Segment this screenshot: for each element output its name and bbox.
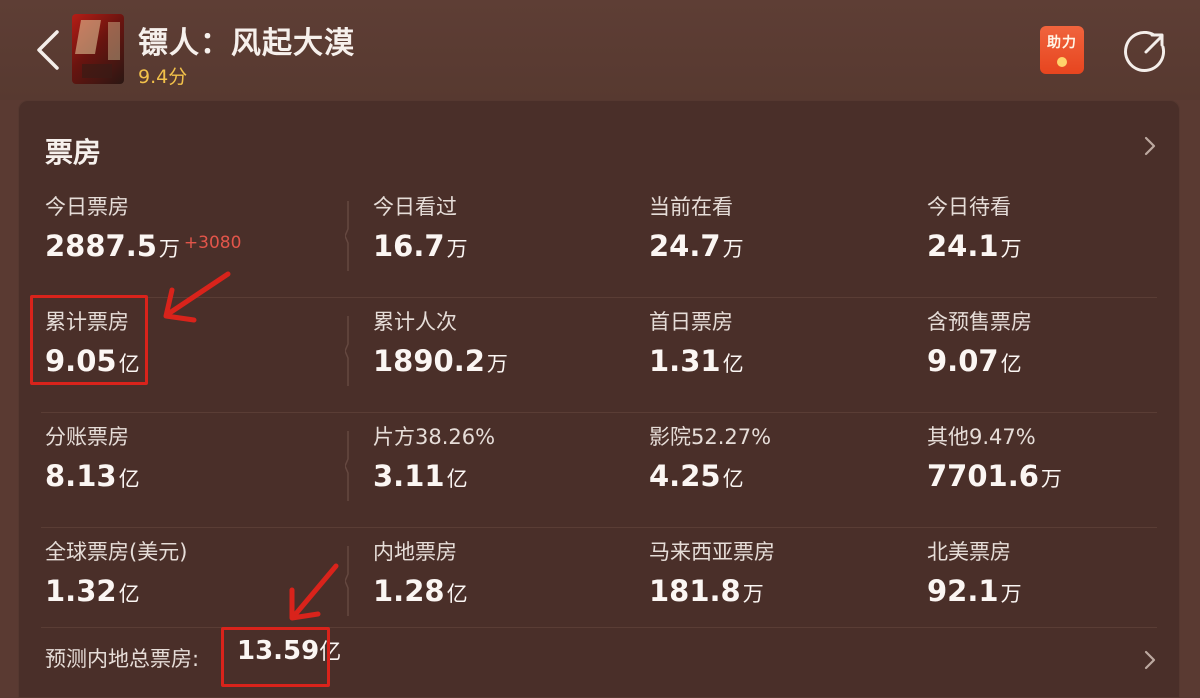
stat-value: 1890.2万: [373, 344, 508, 378]
stat-unit: 亿: [118, 582, 140, 606]
share-button[interactable]: [1124, 30, 1168, 74]
movie-poster[interactable]: [72, 14, 124, 84]
stat-unit: 万: [486, 352, 508, 376]
divider-bracket: [345, 316, 349, 386]
stat-label: 片方38.26%: [373, 425, 496, 449]
stat-value: 92.1万: [927, 574, 1022, 608]
stat-number: 92.1: [927, 574, 999, 608]
stat-value: 7701.6万: [927, 459, 1062, 493]
stat-unit: 万: [1040, 467, 1062, 491]
stat-label: 分账票房: [45, 425, 129, 449]
share-icon: [1124, 30, 1166, 72]
stat-value: 181.8万: [649, 574, 764, 608]
stat-value: 4.25亿: [649, 459, 744, 493]
stat-number: 4.25: [649, 459, 721, 493]
stat-value: 9.07亿: [927, 344, 1022, 378]
stat-unit: 亿: [722, 467, 744, 491]
stat-label: 全球票房(美元): [45, 540, 188, 564]
stat-number: 24.1: [927, 229, 999, 263]
card-title: 票房: [45, 136, 102, 169]
stat-unit: 万: [1000, 237, 1022, 261]
stat-number: 1890.2: [373, 344, 485, 378]
chevron-right-icon[interactable]: [1143, 135, 1157, 157]
stat-value: 1.32亿: [45, 574, 140, 608]
stat-label: 今日看过: [373, 195, 457, 219]
stat-number: 3.11: [373, 459, 445, 493]
stat-label: 其他9.47%: [927, 425, 1036, 449]
stat-unit: 万: [722, 237, 744, 261]
chevron-right-icon[interactable]: [1143, 649, 1157, 671]
stat-number: 9.07: [927, 344, 999, 378]
help-button[interactable]: 助力: [1040, 26, 1084, 74]
row-divider: [41, 627, 1157, 628]
stat-label: 北美票房: [927, 540, 1011, 564]
stat-unit: 万: [446, 237, 468, 261]
stat-delta: +3080: [183, 233, 242, 253]
stat-number: 181.8: [649, 574, 741, 608]
stat-unit: 亿: [446, 582, 468, 606]
stat-label: 内地票房: [373, 540, 457, 564]
stat-value: 1.31亿: [649, 344, 744, 378]
stat-unit: 亿: [446, 467, 468, 491]
help-button-label: 助力: [1047, 35, 1077, 51]
stat-unit: 亿: [1000, 352, 1022, 376]
chevron-left-icon: [37, 30, 59, 70]
poster-figure: [82, 64, 112, 78]
highlight-box-total: [30, 295, 148, 385]
stat-unit: 万: [158, 237, 180, 261]
stat-unit: 万: [1000, 582, 1022, 606]
prediction-label: 预测内地总票房:: [45, 647, 200, 671]
stat-value: 8.13亿: [45, 459, 140, 493]
stat-number: 1.28: [373, 574, 445, 608]
stat-value: 3.11亿: [373, 459, 468, 493]
stat-number: 24.7: [649, 229, 721, 263]
stat-number: 8.13: [45, 459, 117, 493]
stat-label: 今日待看: [927, 195, 1011, 219]
stats-row: 全球票房(美元) 1.32亿 内地票房 1.28亿 马来西亚票房 181.8万 …: [19, 528, 1181, 643]
stat-unit: 亿: [118, 467, 140, 491]
stat-value: 16.7万: [373, 229, 468, 263]
stat-value: 1.28亿: [373, 574, 468, 608]
stat-number: 7701.6: [927, 459, 1039, 493]
stat-value: 24.1万: [927, 229, 1022, 263]
stat-label: 首日票房: [649, 310, 733, 334]
stat-number: 2887.5: [45, 229, 157, 263]
poster-figure: [75, 20, 101, 54]
highlight-box-prediction: [221, 627, 330, 687]
top-bar: 镖人：风起大漠 9.4分 助力: [0, 0, 1200, 100]
stat-label: 影院52.27%: [649, 425, 772, 449]
movie-rating: 9.4分: [138, 66, 188, 88]
box-office-card: 票房 今日票房 2887.5万 +3080 今日看过 16.7万 当前在看 24.…: [18, 100, 1180, 698]
stat-label: 累计人次: [373, 310, 457, 334]
coin-icon: [1057, 57, 1067, 67]
divider-bracket: [345, 201, 349, 271]
stat-value: 24.7万: [649, 229, 744, 263]
stat-number: 1.32: [45, 574, 117, 608]
divider-bracket: [345, 546, 349, 616]
stat-unit: 万: [742, 582, 764, 606]
stat-number: 1.31: [649, 344, 721, 378]
movie-title: 镖人：风起大漠: [138, 26, 355, 61]
arrow-annotation-icon: [163, 271, 231, 323]
stat-label: 今日票房: [45, 195, 129, 219]
arrow-annotation-icon: [289, 563, 339, 621]
stat-label: 含预售票房: [927, 310, 1032, 334]
stat-unit: 亿: [722, 352, 744, 376]
divider-bracket: [345, 431, 349, 501]
stats-row: 分账票房 8.13亿 片方38.26% 3.11亿 影院52.27% 4.25亿…: [19, 413, 1181, 528]
poster-figure: [108, 22, 120, 60]
stat-value: 2887.5万 +3080: [45, 229, 241, 263]
stat-label: 马来西亚票房: [649, 540, 775, 564]
stat-label: 当前在看: [649, 195, 733, 219]
stat-number: 16.7: [373, 229, 445, 263]
back-button[interactable]: [30, 28, 66, 72]
